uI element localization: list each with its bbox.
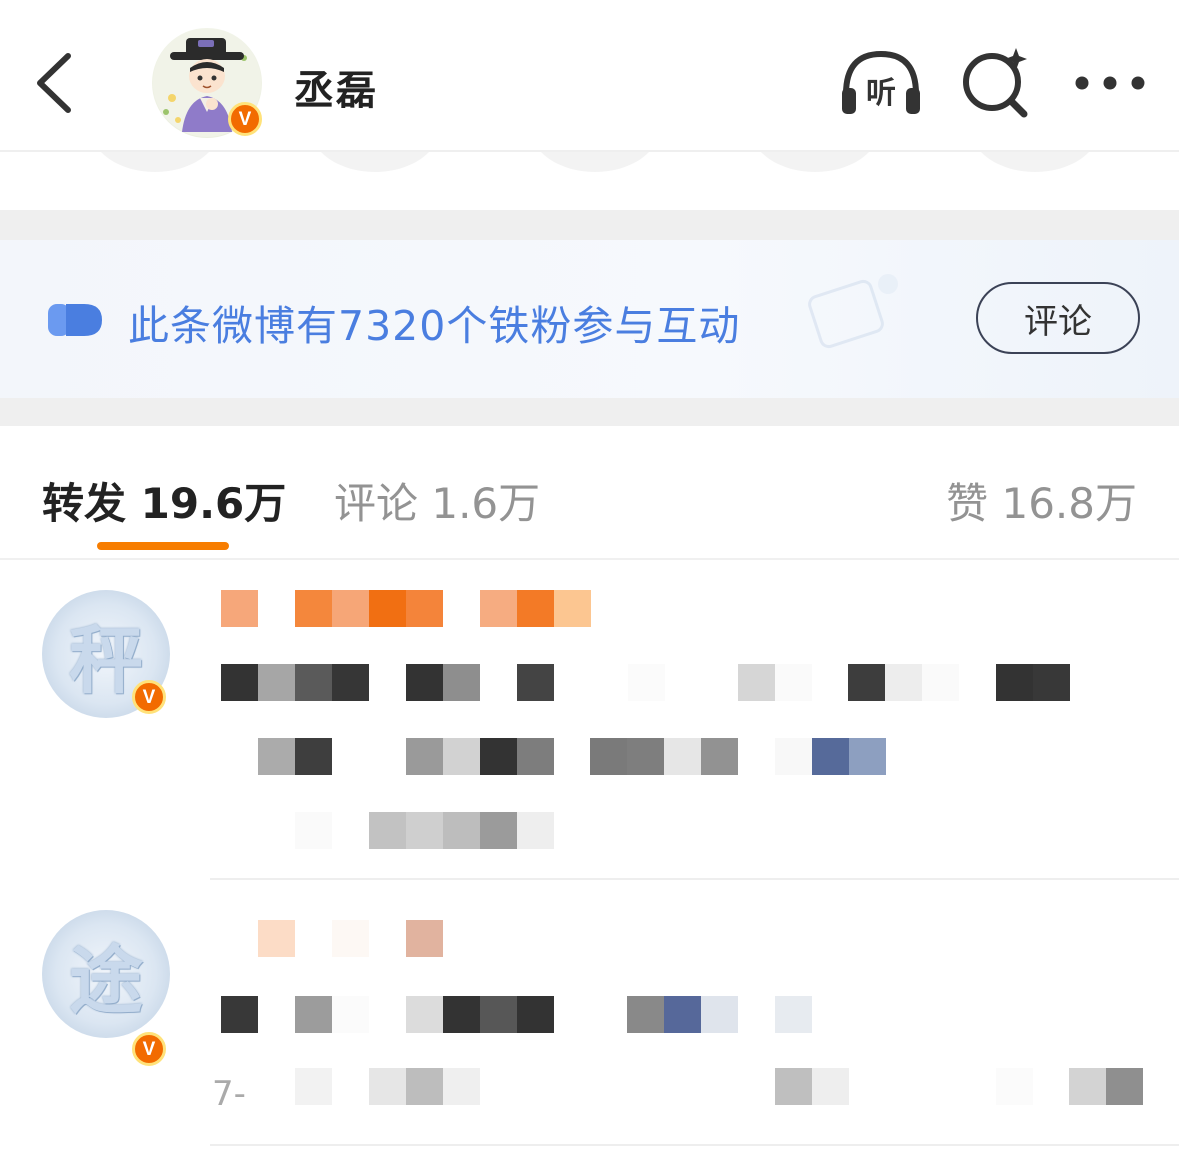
- tab-repost[interactable]: 转发 19.6万: [42, 470, 286, 531]
- more-icon[interactable]: [1072, 70, 1148, 96]
- section-divider: [0, 398, 1179, 426]
- avatar-char: 途: [69, 937, 143, 1024]
- back-icon[interactable]: [30, 48, 90, 118]
- active-tab-indicator: [97, 542, 229, 550]
- time-text: 7-: [212, 1074, 246, 1114]
- listen-icon[interactable]: 听: [838, 48, 924, 118]
- comment-button[interactable]: 评论: [976, 282, 1140, 354]
- item-avatar[interactable]: 途 V: [42, 910, 170, 1066]
- search-icon[interactable]: [960, 46, 1032, 118]
- story-bubble[interactable]: [530, 152, 660, 172]
- fan-interaction-banner: 此条微博有7320个铁粉参与互动 评论: [0, 240, 1179, 398]
- verified-badge-icon: V: [132, 1032, 166, 1066]
- fan-icon: [48, 304, 102, 336]
- top-bar: V 丞磊 听: [0, 0, 1179, 152]
- username[interactable]: 丞磊: [294, 58, 378, 116]
- story-strip: [0, 152, 1179, 210]
- tab-like[interactable]: 赞 16.8万: [946, 470, 1137, 531]
- story-bubble[interactable]: [90, 152, 220, 172]
- verified-badge-icon: V: [132, 680, 166, 714]
- verified-badge-icon: V: [228, 102, 262, 136]
- item-divider: [210, 1144, 1179, 1146]
- story-bubble[interactable]: [750, 152, 880, 172]
- banner-decoration-icon: [808, 274, 898, 349]
- item-avatar[interactable]: 秤 V: [42, 590, 170, 718]
- listen-label: 听: [866, 76, 896, 111]
- section-divider: [0, 210, 1179, 240]
- tab-comment[interactable]: 评论 1.6万: [334, 470, 540, 531]
- story-bubble[interactable]: [970, 152, 1100, 172]
- interaction-tabs: 转发 19.6万 评论 1.6万 赞 16.8万: [0, 426, 1179, 560]
- list-item[interactable]: 秤 V: [0, 560, 1179, 880]
- list-item[interactable]: 途 V 7-: [0, 880, 1179, 1163]
- fan-interaction-text: 此条微博有7320个铁粉参与互动: [128, 302, 741, 350]
- user-avatar[interactable]: V: [152, 28, 262, 138]
- story-bubble[interactable]: [310, 152, 440, 172]
